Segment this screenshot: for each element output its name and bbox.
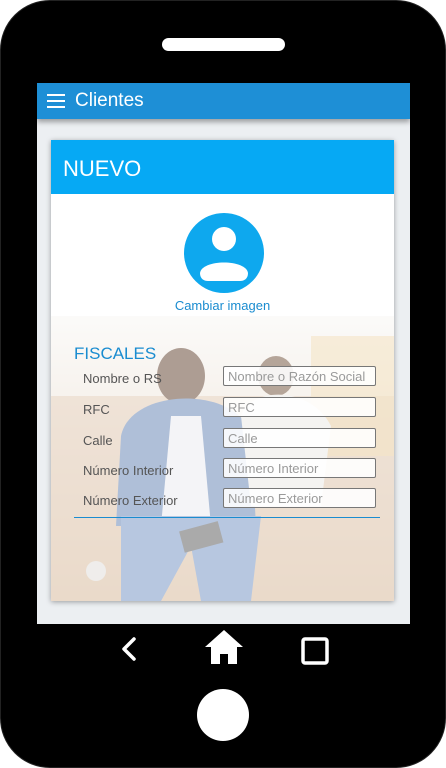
recents-icon[interactable] [299, 630, 331, 670]
app-screen: Clientes NUEVO Cambiar imagen FISCALES N… [37, 83, 410, 624]
street-label: Calle [83, 433, 113, 448]
interior-number-input[interactable] [223, 458, 376, 478]
name-label: Nombre o RS [83, 371, 162, 386]
street-input[interactable] [223, 428, 376, 448]
fiscales-section-title: FISCALES [74, 344, 157, 363]
interior-number-label: Número Interior [83, 463, 174, 478]
card-header: NUEVO [51, 140, 394, 194]
phone-speaker [162, 38, 285, 51]
rfc-input[interactable] [223, 397, 376, 417]
home-icon[interactable] [204, 630, 244, 670]
name-input[interactable] [223, 366, 376, 386]
phone-frame: Clientes NUEVO Cambiar imagen FISCALES N… [0, 0, 446, 768]
card-title: NUEVO [63, 156, 142, 181]
menu-icon[interactable] [47, 94, 65, 108]
new-client-card: NUEVO Cambiar imagen FISCALES Nombre o R… [51, 140, 394, 601]
exterior-number-input[interactable] [223, 488, 376, 508]
exterior-number-label: Número Exterior [83, 493, 178, 508]
section-divider [74, 517, 380, 518]
account-circle-icon[interactable] [184, 213, 264, 293]
change-image-link[interactable]: Cambiar imagen [51, 298, 394, 313]
back-icon[interactable] [116, 630, 142, 670]
hardware-home-button[interactable] [197, 689, 249, 741]
app-bar: Clientes [37, 83, 410, 119]
app-bar-title: Clientes [75, 90, 144, 111]
rfc-label: RFC [83, 402, 110, 417]
